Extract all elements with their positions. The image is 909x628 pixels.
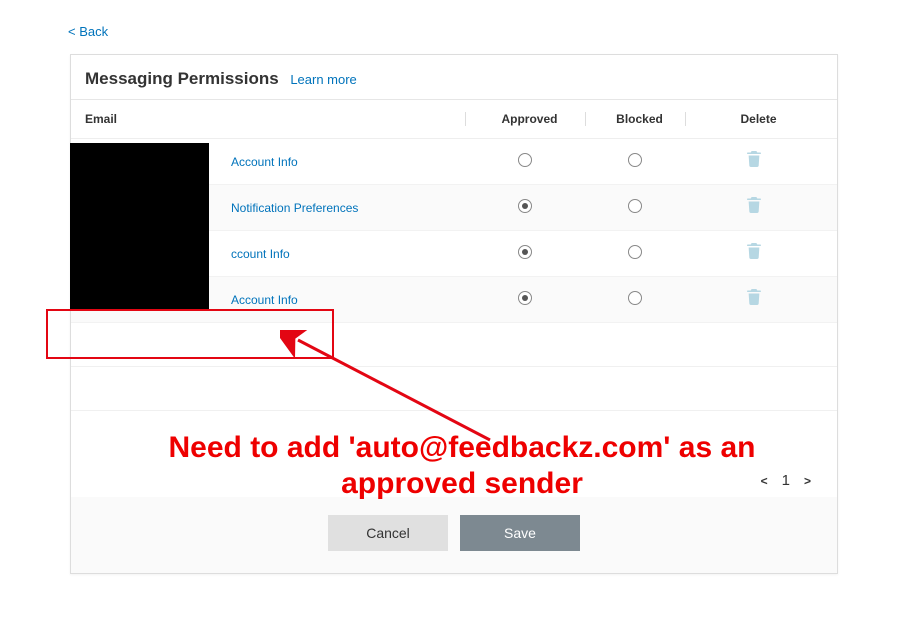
save-button[interactable]: Save	[460, 515, 580, 551]
header-email: Email	[85, 112, 465, 126]
redaction-block	[70, 143, 209, 309]
prev-page-button[interactable]: <	[761, 474, 768, 488]
buttons-row: Cancel Save	[71, 497, 837, 573]
next-page-button[interactable]: >	[804, 474, 811, 488]
approved-radio[interactable]	[518, 153, 532, 167]
header-approved: Approved	[465, 112, 585, 126]
cancel-button[interactable]: Cancel	[328, 515, 448, 551]
blocked-radio[interactable]	[628, 153, 642, 167]
header-delete: Delete	[685, 112, 823, 126]
page-number: 1	[782, 472, 790, 489]
blocked-radio[interactable]	[628, 245, 642, 259]
delete-button[interactable]	[685, 197, 823, 218]
learn-more-link[interactable]: Learn more	[290, 72, 356, 87]
blocked-radio[interactable]	[628, 199, 642, 213]
delete-button[interactable]	[685, 151, 823, 172]
panel-title: Messaging Permissions	[85, 69, 279, 89]
header-blocked: Blocked	[585, 112, 685, 126]
panel-header: Messaging Permissions Learn more	[71, 55, 837, 100]
column-headers: Email Approved Blocked Delete	[71, 100, 837, 139]
approved-radio[interactable]	[518, 245, 532, 259]
back-link[interactable]: < Back	[68, 24, 108, 39]
approved-radio[interactable]	[518, 199, 532, 213]
approved-radio[interactable]	[518, 291, 532, 305]
annotation-arrow	[280, 330, 510, 450]
blocked-radio[interactable]	[628, 291, 642, 305]
pager: < 1 >	[761, 472, 811, 489]
delete-button[interactable]	[685, 243, 823, 264]
delete-button[interactable]	[685, 289, 823, 310]
